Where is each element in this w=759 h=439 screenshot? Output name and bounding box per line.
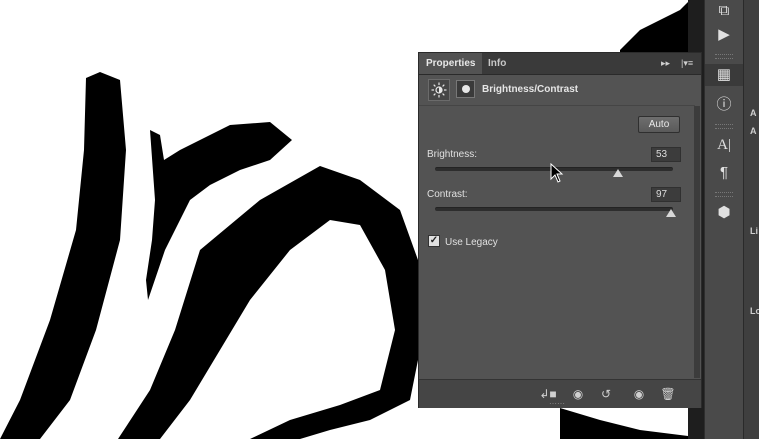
right-panel-edge: A A Li Lo (743, 0, 759, 439)
auto-button[interactable]: Auto (638, 116, 680, 133)
info-icon[interactable]: ⓘ (705, 94, 743, 116)
view-previous-state-icon[interactable]: ◉ (569, 386, 587, 402)
panel-resize-grip[interactable]: ⋯⋯ (549, 399, 565, 408)
reset-icon[interactable]: ↺ (597, 386, 615, 402)
contrast-slider-track[interactable] (435, 207, 673, 211)
adjustment-title: Brightness/Contrast (482, 84, 579, 95)
tab-info[interactable]: Info (481, 53, 513, 74)
brightness-label: Brightness: (427, 149, 478, 160)
panel-scrollbar[interactable] (694, 106, 700, 378)
double-chevron-right-icon[interactable]: ▸▸ (661, 53, 670, 74)
contrast-value-field[interactable]: 97 (651, 187, 681, 202)
visibility-eye-icon[interactable]: ◉ (630, 386, 648, 402)
tab-properties[interactable]: Properties (419, 53, 483, 74)
dock-grip[interactable] (715, 54, 733, 59)
dock-grip[interactable] (715, 192, 733, 197)
character-icon[interactable]: A| (705, 134, 743, 156)
brightness-value-field[interactable]: 53 (651, 147, 681, 162)
dock-grip[interactable] (715, 124, 733, 129)
properties-icon[interactable]: ▦ (705, 64, 743, 86)
panel-menu-icon[interactable]: |▾≡ (681, 53, 693, 74)
use-legacy-checkbox[interactable]: ✓ (428, 235, 440, 247)
right-strip-letter: A (750, 126, 757, 136)
paragraph-icon[interactable]: ¶ (705, 162, 743, 184)
right-strip-letter: Lo (750, 306, 759, 316)
3d-icon[interactable]: ⬢ (705, 202, 743, 224)
right-strip-letter: Li (750, 226, 758, 236)
contrast-label: Contrast: (427, 189, 468, 200)
right-strip-letter: A (750, 108, 757, 118)
brightness-slider-thumb[interactable] (613, 169, 624, 177)
history-icon[interactable]: ⧉ (705, 0, 743, 22)
properties-panel: Properties Info ▸▸ |▾≡ Brightness/Contra… (418, 52, 702, 408)
adjustment-header: Brightness/Contrast (419, 75, 695, 106)
mouse-cursor-icon (550, 163, 564, 183)
layer-mask-icon[interactable] (456, 80, 475, 98)
panel-tab-bar: Properties Info ▸▸ |▾≡ (419, 53, 701, 75)
sun-adjustment-icon[interactable] (428, 79, 450, 101)
contrast-slider-thumb[interactable] (665, 209, 676, 217)
panel-dock: ⧉ ▶ ▦ ⓘ A| ¶ ⬢ (704, 0, 744, 439)
play-actions-icon[interactable]: ▶ (705, 24, 743, 46)
use-legacy-label: Use Legacy (445, 237, 498, 248)
trash-icon[interactable]: 🗑 (659, 386, 677, 402)
